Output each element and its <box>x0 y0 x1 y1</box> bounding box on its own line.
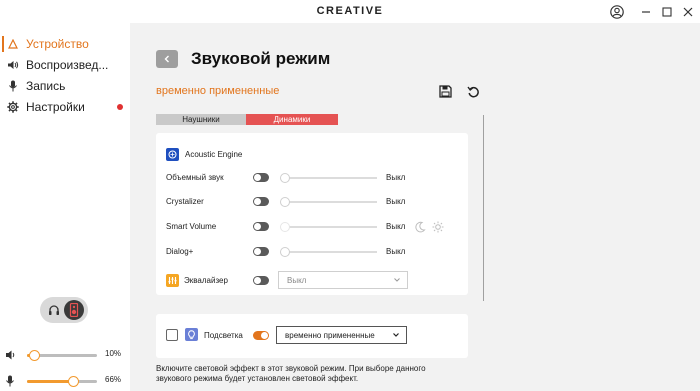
device-icon <box>0 39 26 49</box>
smart-volume-slider-thumb[interactable] <box>280 222 290 232</box>
lighting-toggle[interactable] <box>253 331 269 340</box>
crystalizer-label: Crystalizer <box>166 197 204 206</box>
lighting-profile-select[interactable]: временно примененные <box>276 326 407 344</box>
volume-percent: 10% <box>105 349 122 358</box>
mic-volume-slider-thumb[interactable] <box>68 376 80 387</box>
maximize-icon[interactable] <box>658 2 676 21</box>
lighting-label: Подсветка <box>204 331 243 340</box>
smart-volume-value: Выкл <box>386 222 406 231</box>
speaker-volume-icon <box>5 348 17 366</box>
notification-badge <box>117 104 123 110</box>
output-mode-toggle[interactable] <box>40 297 88 323</box>
mic-volume-slider[interactable] <box>27 376 97 387</box>
microphone-icon <box>5 374 15 391</box>
surround-value: Выкл <box>386 173 406 182</box>
sidebar-item-label: Устройство <box>26 37 89 51</box>
back-button[interactable] <box>156 50 178 68</box>
equalizer-row: Эквалайзер Выкл <box>156 271 468 289</box>
volume-control: 10% <box>0 345 130 365</box>
dialog-plus-toggle[interactable] <box>253 247 269 256</box>
sidebar-item-settings[interactable]: Настройки <box>0 97 130 117</box>
surround-slider[interactable] <box>280 173 377 183</box>
day-mode-icon[interactable] <box>432 220 444 238</box>
acoustic-engine-panel: Acoustic Engine Объемный звук Выкл Cryst… <box>156 133 468 295</box>
smart-volume-toggle[interactable] <box>253 222 269 231</box>
lighting-panel: Подсветка временно примененные <box>156 314 468 358</box>
close-icon[interactable] <box>680 2 696 21</box>
gear-icon <box>0 101 26 113</box>
acoustic-engine-label: Acoustic Engine <box>185 150 243 159</box>
surround-slider-thumb[interactable] <box>280 173 290 183</box>
tab-headphones[interactable]: Наушники <box>156 114 246 125</box>
tab-speakers[interactable]: Динамики <box>246 114 338 125</box>
lighting-checkbox[interactable] <box>166 329 178 341</box>
sidebar-item-label: Запись <box>26 79 66 93</box>
equalizer-preset-select[interactable]: Выкл <box>278 271 408 289</box>
mic-volume-percent: 66% <box>105 375 122 384</box>
headphones-icon[interactable] <box>44 300 64 320</box>
lighting-description: Включите световой эффект в этот звуковой… <box>156 364 426 383</box>
scrollbar-track[interactable] <box>483 115 484 301</box>
crystalizer-value: Выкл <box>386 197 406 206</box>
minimize-icon[interactable] <box>636 2 656 21</box>
smart-volume-row: Smart Volume Выкл <box>156 219 468 235</box>
chevron-down-icon <box>392 331 400 341</box>
equalizer-toggle[interactable] <box>253 276 269 285</box>
dialog-plus-label: Dialog+ <box>166 247 194 256</box>
equalizer-label: Эквалайзер <box>184 276 228 285</box>
mic-volume-slider-fill <box>27 380 74 383</box>
profile-subtitle: временно примененные <box>156 85 280 97</box>
brand-logo: CREATIVE <box>316 5 384 17</box>
sidebar-item-playback[interactable]: Воспроизвед... <box>0 55 130 75</box>
lightbulb-icon <box>185 328 198 341</box>
sidebar-item-label: Воспроизвед... <box>26 58 109 72</box>
user-icon[interactable] <box>608 2 626 21</box>
title-bar: CREATIVE <box>0 0 700 23</box>
device-tabs: Наушники Динамики <box>156 114 338 125</box>
surround-label: Объемный звук <box>166 173 224 182</box>
dialog-plus-row: Dialog+ Выкл <box>156 244 468 260</box>
crystalizer-slider-thumb[interactable] <box>280 197 290 207</box>
chevron-down-icon <box>393 276 401 286</box>
lighting-profile-value: временно примененные <box>285 331 375 340</box>
surround-toggle[interactable] <box>253 173 269 182</box>
mic-volume-control: 66% <box>0 371 130 391</box>
equalizer-icon <box>166 274 179 287</box>
volume-slider-thumb[interactable] <box>29 350 40 361</box>
microphone-icon <box>0 80 26 92</box>
speaker-icon[interactable] <box>64 300 84 320</box>
dialog-plus-value: Выкл <box>386 247 406 256</box>
equalizer-preset-value: Выкл <box>287 276 307 285</box>
dialog-plus-slider[interactable] <box>280 247 377 257</box>
save-icon[interactable] <box>436 82 454 100</box>
crystalizer-row: Crystalizer Выкл <box>156 194 468 210</box>
sidebar: Устройство Воспроизвед... Запись Настрой… <box>0 23 130 391</box>
smart-volume-label: Smart Volume <box>166 222 217 231</box>
crystalizer-toggle[interactable] <box>253 197 269 206</box>
volume-slider[interactable] <box>27 350 97 361</box>
acoustic-engine-icon <box>166 148 179 161</box>
dialog-plus-slider-thumb[interactable] <box>280 247 290 257</box>
chevron-left-icon <box>164 55 169 63</box>
smart-volume-slider[interactable] <box>280 222 377 232</box>
reset-icon[interactable] <box>464 82 482 100</box>
crystalizer-slider[interactable] <box>280 197 377 207</box>
sidebar-item-device[interactable]: Устройство <box>0 34 130 54</box>
sidebar-item-recording[interactable]: Запись <box>0 76 130 96</box>
playback-icon <box>0 60 26 70</box>
night-mode-icon[interactable] <box>414 220 426 238</box>
surround-row: Объемный звук Выкл <box>156 170 468 186</box>
sidebar-item-label: Настройки <box>26 100 85 114</box>
page-title: Звуковой режим <box>191 49 331 68</box>
